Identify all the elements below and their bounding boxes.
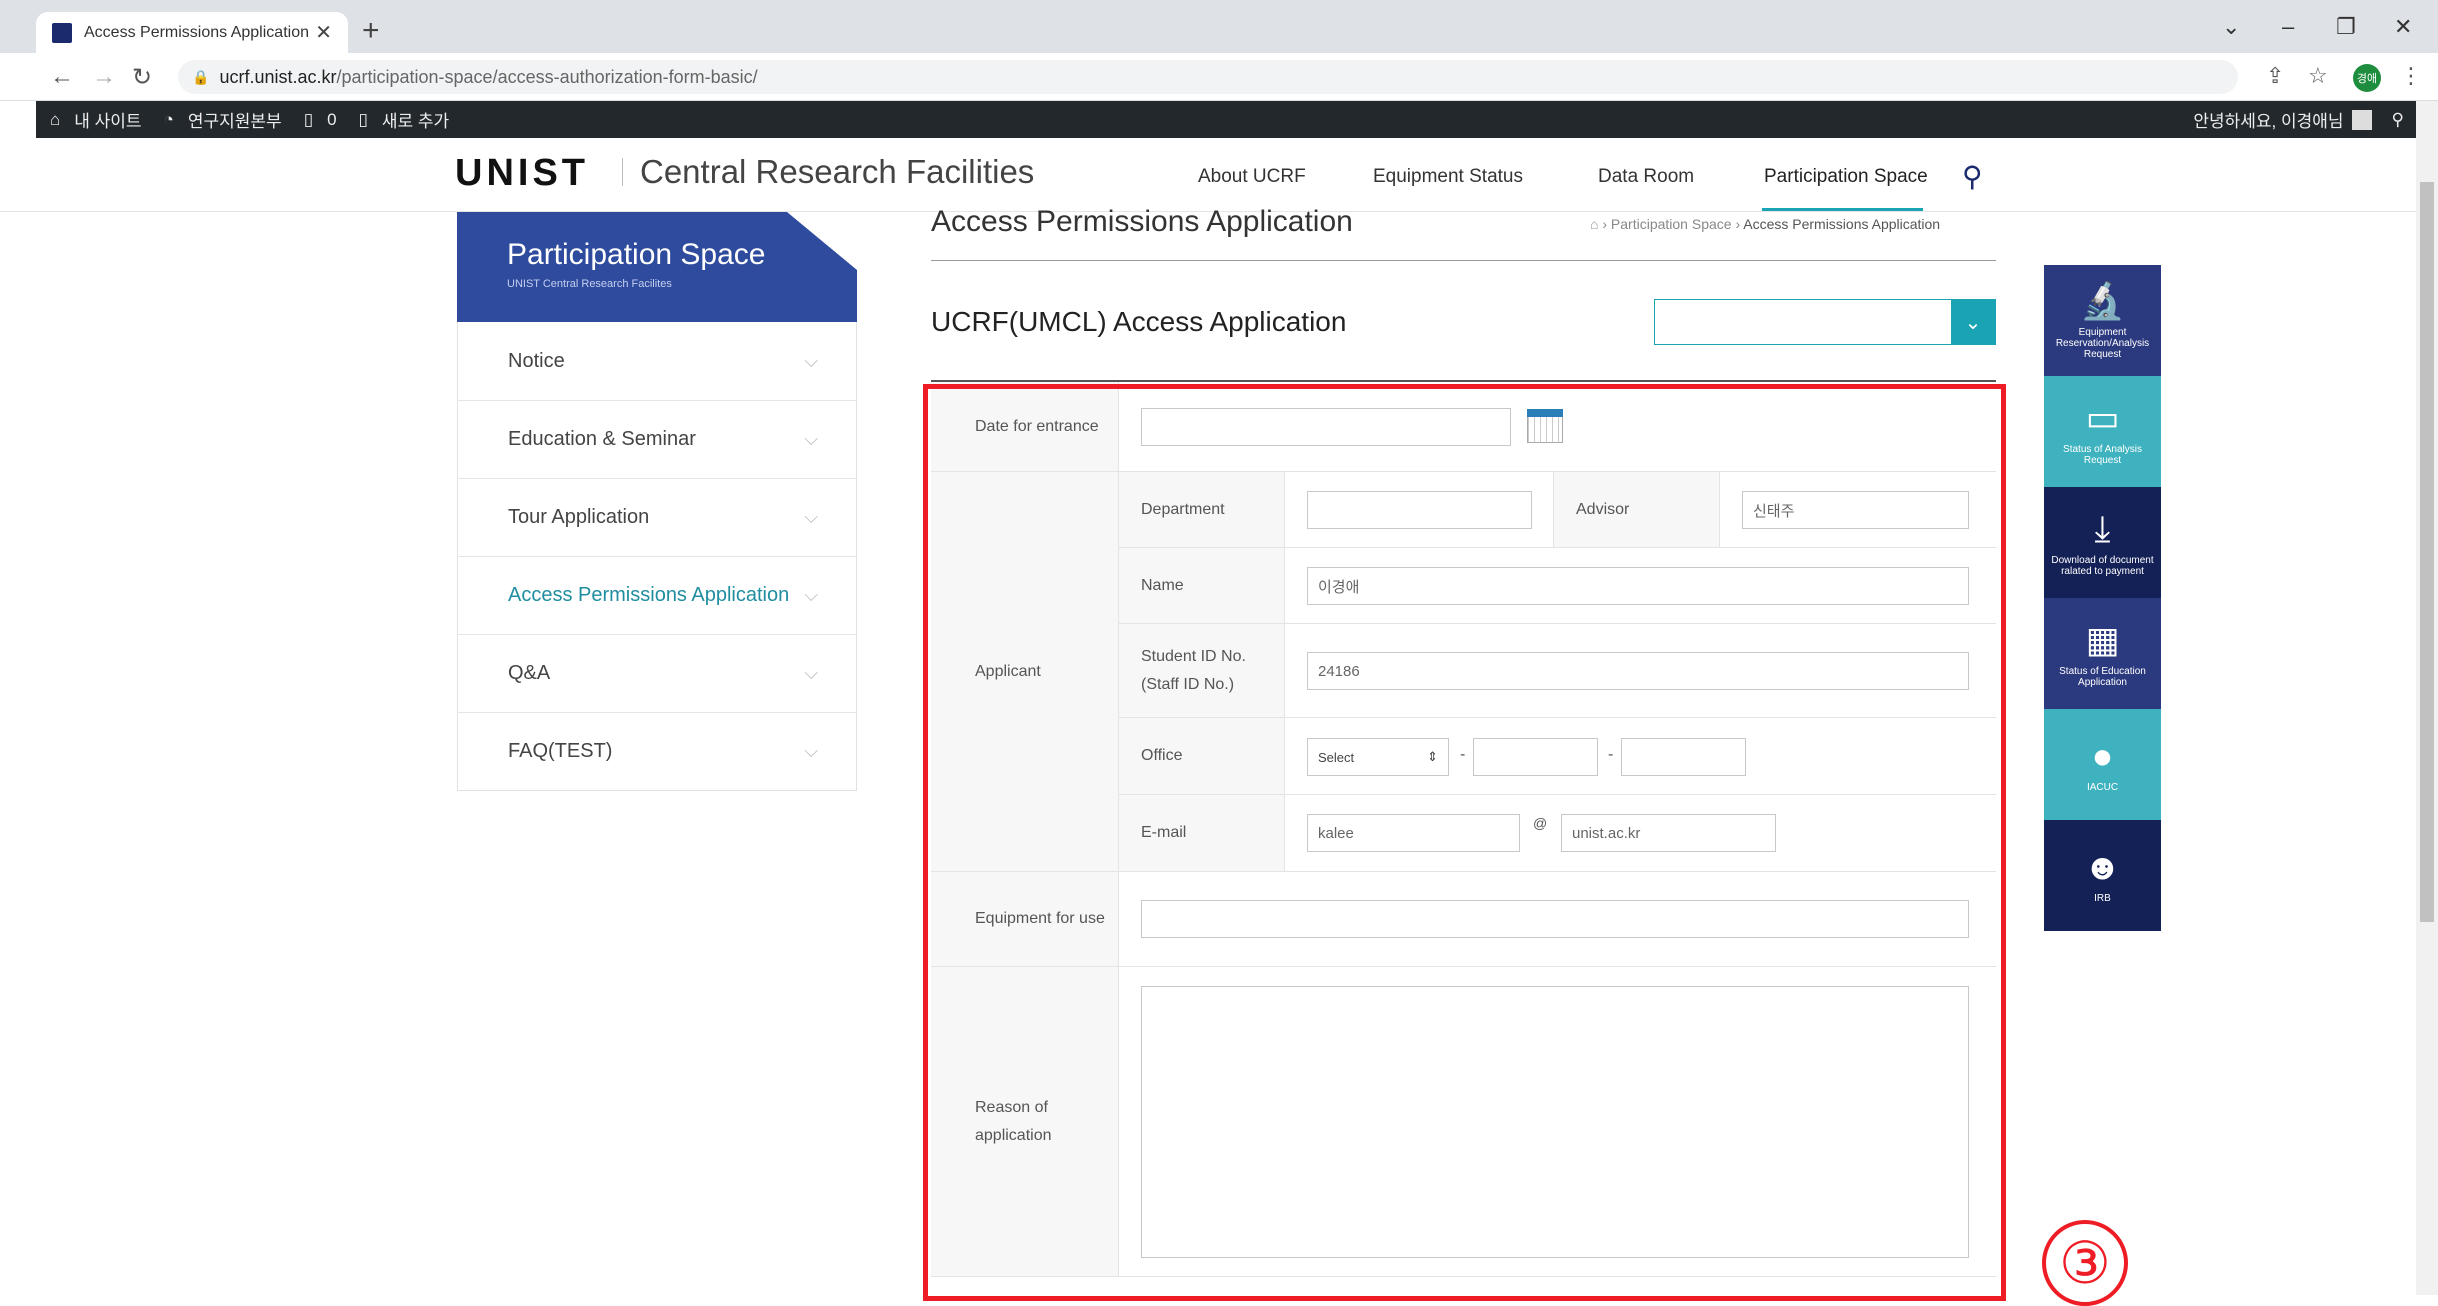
- section-title: UCRF(UMCL) Access Application: [931, 306, 1347, 337]
- chevron-down-icon[interactable]: ⌄: [1951, 300, 1995, 344]
- sidebar-header: Participation Space UNIST Central Resear…: [457, 212, 857, 322]
- search-icon[interactable]: ⚲: [1962, 160, 1983, 193]
- back-icon[interactable]: ←: [50, 63, 74, 91]
- wp-search-icon[interactable]: ⚲: [2392, 110, 2404, 130]
- nav-active-indicator: [1762, 208, 1923, 211]
- sidebar-item-label: FAQ(TEST): [508, 740, 613, 762]
- site-header: UNIST Central Research Facilities About …: [0, 138, 2416, 212]
- wp-item-comments-count[interactable]: 0: [327, 110, 336, 130]
- breadcrumb-item[interactable]: Participation Space: [1611, 216, 1732, 232]
- quick-label: Equipment Reservation/Analysis Request: [2055, 327, 2150, 360]
- sidebar-item-faq[interactable]: FAQ(TEST) ⌵: [458, 712, 856, 790]
- wp-item-new[interactable]: 새로 추가: [382, 107, 449, 132]
- url-field[interactable]: 🔒 ucrf.unist.ac.kr/participation-space/a…: [178, 60, 2238, 94]
- forward-icon[interactable]: →: [92, 63, 116, 91]
- lock-icon: 🔒: [192, 68, 210, 85]
- bookmark-star-icon[interactable]: ☆: [2308, 63, 2328, 89]
- calendar-icon: ▦: [2085, 618, 2120, 660]
- quick-iacuc[interactable]: ● IACUC: [2044, 709, 2161, 820]
- quick-equipment-reservation[interactable]: 🔬 Equipment Reservation/Analysis Request: [2044, 265, 2161, 376]
- address-bar-row: ← → ↻ 🔒 ucrf.unist.ac.kr/participation-s…: [0, 53, 2438, 101]
- sidebar-item-label: Tour Application: [508, 506, 650, 528]
- chevron-down-icon: ⌵: [804, 429, 818, 449]
- chevron-down-icon: ⌵: [804, 741, 818, 761]
- quick-label: Status of Education Application: [2059, 665, 2146, 688]
- chevron-down-icon: ⌵: [804, 663, 818, 683]
- site-favicon-icon: [52, 22, 72, 43]
- sidebar-item-tour[interactable]: Tour Application ⌵: [458, 478, 856, 556]
- new-tab-icon[interactable]: +: [362, 14, 380, 48]
- facility-select[interactable]: ⌄: [1654, 299, 1996, 345]
- share-icon[interactable]: ⇪: [2266, 63, 2284, 89]
- browser-tab-bar: Access Permissions Application ✕ + ⌄ – ❐…: [0, 0, 2438, 53]
- sidebar-item-qna[interactable]: Q&A ⌵: [458, 634, 856, 712]
- minimize-icon[interactable]: –: [2282, 14, 2294, 40]
- wp-item-site[interactable]: 연구지원본부: [188, 107, 282, 132]
- chevron-down-icon: ⌵: [804, 350, 818, 371]
- sidebar-item-notice[interactable]: Notice ⌵: [458, 322, 856, 400]
- logo-divider: [622, 158, 623, 186]
- sidebar-title: Participation Space: [507, 238, 766, 271]
- url-path: /participation-space/access-authorizatio…: [336, 66, 758, 87]
- breadcrumb: ⌂ › Participation Space › Access Permiss…: [1590, 216, 1940, 232]
- quick-label: IRB: [2094, 893, 2111, 904]
- document-icon: ▭: [2085, 396, 2120, 438]
- page-title: Access Permissions Application: [931, 205, 1353, 238]
- profile-avatar[interactable]: 경애: [2353, 64, 2381, 92]
- quick-label: IACUC: [2086, 782, 2119, 793]
- nav-data-room[interactable]: Data Room: [1598, 166, 1694, 188]
- browser-tab[interactable]: Access Permissions Application ✕: [36, 12, 348, 53]
- sidebar-item-label: Access Permissions Application: [508, 584, 790, 606]
- user-avatar-icon[interactable]: [2351, 109, 2372, 130]
- sidebar-item-education[interactable]: Education & Seminar ⌵: [458, 400, 856, 478]
- quick-label: Download of document ralated to payment: [2051, 554, 2154, 577]
- microscope-icon: 🔬: [2080, 280, 2125, 321]
- nav-participation-space[interactable]: Participation Space: [1764, 166, 1928, 188]
- unist-logo[interactable]: UNIST: [455, 152, 589, 195]
- sidebar-item-access-permissions[interactable]: Access Permissions Application ⌵: [458, 556, 856, 634]
- annotation-step-number: ③: [2042, 1220, 2128, 1306]
- url-host: ucrf.unist.ac.kr: [219, 66, 337, 87]
- sidebar-item-label: Notice: [508, 349, 565, 372]
- tab-search-chevron-icon[interactable]: ⌄: [2222, 14, 2240, 40]
- quick-payment-download[interactable]: ⤓ Download of document ralated to paymen…: [2044, 487, 2161, 598]
- download-icon: ⤓: [2094, 507, 2111, 549]
- quick-education-status[interactable]: ▦ Status of Education Application: [2044, 598, 2161, 709]
- chevron-down-icon: ⌵: [804, 585, 818, 605]
- tab-title: Access Permissions Application: [84, 23, 309, 41]
- people-icon: ☻: [2083, 846, 2122, 887]
- quick-analysis-status[interactable]: ▭ Status of Analysis Request: [2044, 376, 2161, 487]
- chevron-down-icon: ⌵: [804, 507, 818, 527]
- nav-equipment-status[interactable]: Equipment Status: [1373, 166, 1523, 188]
- mouse-icon: ●: [2091, 735, 2114, 776]
- home-icon[interactable]: ⌂: [50, 110, 60, 130]
- quick-irb[interactable]: ☻ IRB: [2044, 820, 2161, 931]
- new-item-icon[interactable]: ▯: [359, 110, 368, 130]
- restore-icon[interactable]: ❐: [2336, 14, 2356, 40]
- title-divider: [931, 260, 1996, 261]
- wp-greeting[interactable]: 안녕하세요, 이경애님: [2193, 107, 2343, 132]
- breadcrumb-home-icon[interactable]: ⌂: [1590, 216, 1598, 232]
- wp-admin-bar: ⌂ 내 사이트 ◔ 연구지원본부 ▯ 0 ▯ 새로 추가 안녕하세요, 이경애님…: [36, 101, 2416, 138]
- breadcrumb-separator: ›: [1602, 216, 1611, 232]
- dashboard-icon[interactable]: ◔: [164, 110, 174, 130]
- close-tab-icon[interactable]: ✕: [315, 20, 332, 45]
- breadcrumb-current: Access Permissions Application: [1743, 216, 1941, 232]
- sidebar-menu: Notice ⌵ Education & Seminar ⌵ Tour Appl…: [457, 322, 857, 791]
- browser-menu-icon[interactable]: ⋮: [2400, 63, 2422, 89]
- nav-about[interactable]: About UCRF: [1198, 166, 1306, 188]
- site-name[interactable]: Central Research Facilities: [640, 153, 1034, 191]
- sidebar-item-label: Q&A: [508, 662, 551, 684]
- window-close-icon[interactable]: ✕: [2394, 14, 2412, 40]
- quick-menu: 🔬 Equipment Reservation/Analysis Request…: [2044, 265, 2161, 931]
- quick-label: Status of Analysis Request: [2063, 443, 2142, 466]
- reload-icon[interactable]: ↻: [132, 63, 152, 92]
- annotation-highlight-box: [923, 384, 2006, 1301]
- comment-icon[interactable]: ▯: [304, 110, 313, 130]
- sidebar-subtitle: UNIST Central Research Facilites: [507, 278, 672, 290]
- scrollbar-thumb[interactable]: [2420, 182, 2434, 922]
- sidebar-item-label: Education & Seminar: [508, 428, 696, 450]
- wp-item-my-sites[interactable]: 내 사이트: [74, 107, 141, 132]
